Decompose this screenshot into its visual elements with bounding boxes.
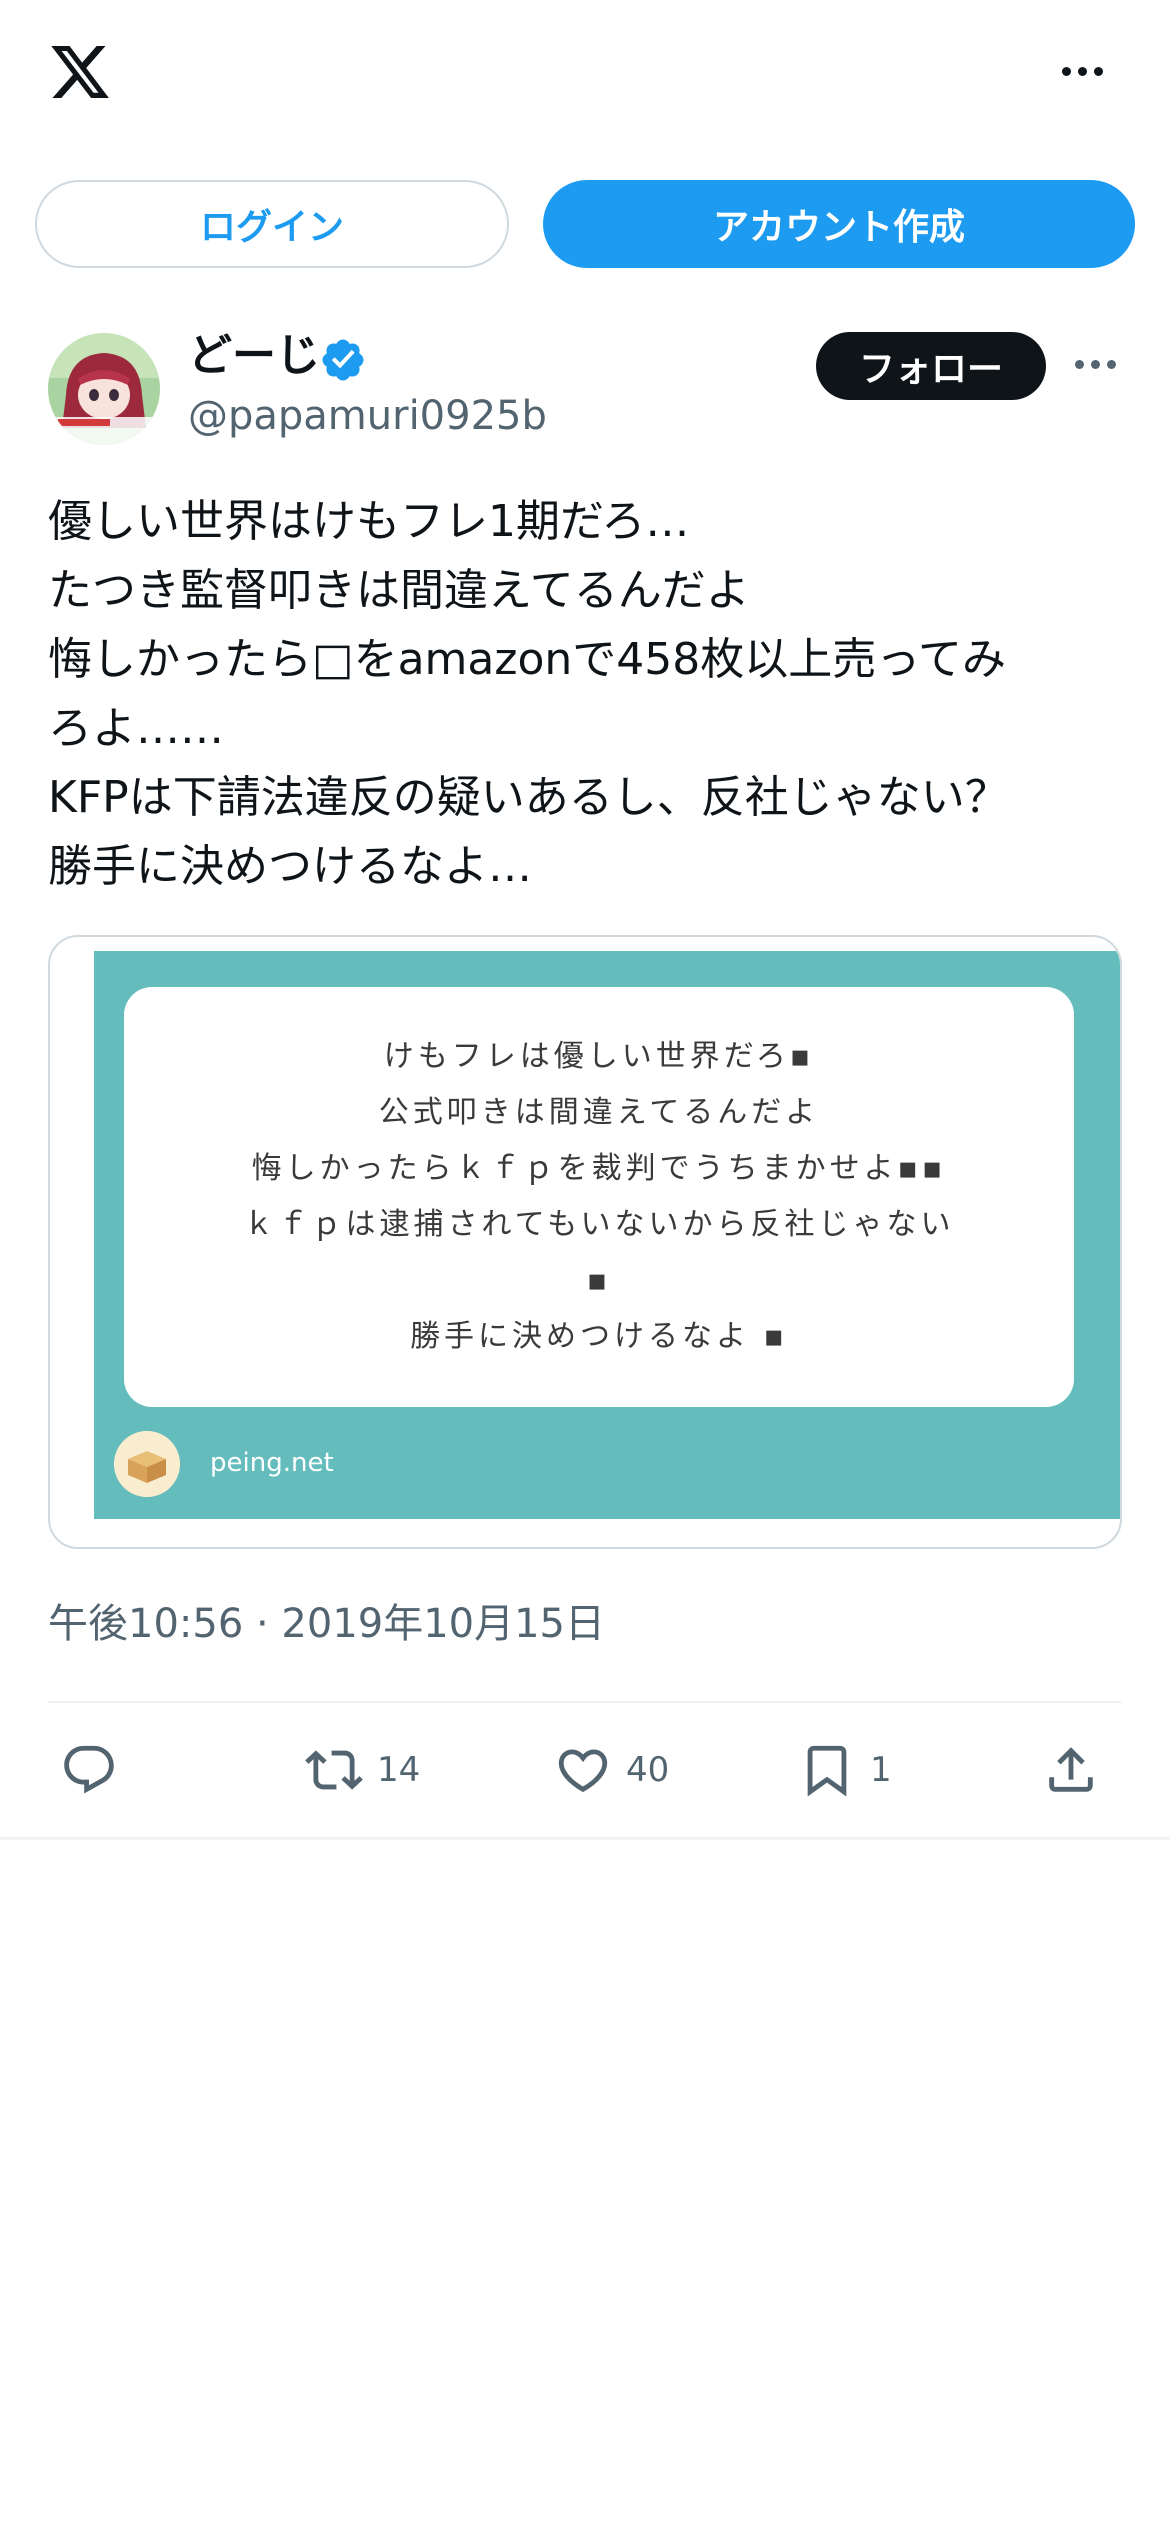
like-count: 40 (626, 1750, 670, 1790)
peing-site-label: peing.net (210, 1448, 334, 1478)
more-horizontal-icon[interactable] (1075, 356, 1125, 376)
divider (48, 1701, 1122, 1703)
divider (0, 1837, 1170, 1840)
like-button[interactable]: 40 (554, 1740, 669, 1800)
share-icon (1049, 1747, 1093, 1792)
tweet-text: 優しい世界はけもフレ1期だろ… たつき監督叩きは間違えてるんだよ 悔しかったら□… (48, 487, 1128, 901)
tweet-text-line: たつき監督叩きは間違えてるんだよ (48, 565, 750, 616)
bookmark-button[interactable]: 1 (798, 1740, 892, 1800)
question-line: ｋｆｐは逮捕されてもいないから反社じゃない (243, 1207, 955, 1242)
retweet-button[interactable]: 14 (305, 1740, 420, 1800)
peing-box-icon (114, 1431, 180, 1497)
tweet-text-line: 優しい世界はけもフレ1期だろ… (48, 496, 690, 547)
tweet-media[interactable]: けもフレは優しい世界だろ▪ 公式叩きは間違えてるんだよ 悔しかったらｋｆｐを裁判… (48, 935, 1122, 1549)
login-button[interactable]: ログイン (35, 180, 509, 268)
question-line: 悔しかったらｋｆｐを裁判でうちまかせよ▪▪ (251, 1151, 947, 1186)
tweet-text-line: ろよ…… (48, 703, 224, 754)
question-line: 公式叩きは間違えてるんだよ (378, 1095, 820, 1130)
follow-button[interactable]: フォロー (816, 332, 1046, 400)
retweet-icon (305, 1750, 363, 1790)
share-button[interactable] (1042, 1740, 1100, 1800)
question-line: 勝手に決めつけるなよ ▪ (410, 1319, 788, 1354)
heart-icon (558, 1749, 608, 1793)
retweet-count: 14 (377, 1750, 421, 1790)
question-card: けもフレは優しい世界だろ▪ 公式叩きは間違えてるんだよ 悔しかったらｋｆｐを裁判… (124, 987, 1074, 1407)
more-horizontal-icon[interactable] (1060, 50, 1112, 94)
bookmark-icon (807, 1745, 847, 1797)
top-bar (0, 0, 1170, 150)
question-line: けもフレは優しい世界だろ▪ (383, 1039, 815, 1074)
x-logo-icon[interactable] (46, 40, 114, 104)
author-handle[interactable]: @papamuri0925b (188, 390, 547, 442)
reply-button[interactable] (60, 1740, 118, 1800)
tweet-timestamp[interactable]: 午後10:56 · 2019年10月15日 (48, 1596, 605, 1652)
tweet-text-line: 悔しかったら□をamazonで458枚以上売ってみ (48, 634, 1007, 685)
author-display-name[interactable]: どーじ (188, 328, 320, 384)
reply-icon (64, 1745, 114, 1794)
tweet-text-line: 勝手に決めつけるなよ… (48, 841, 532, 892)
question-line: ▪ (586, 1263, 612, 1298)
verified-badge-icon (319, 336, 367, 384)
create-account-button[interactable]: アカウント作成 (543, 180, 1135, 268)
bookmark-count: 1 (870, 1750, 892, 1790)
avatar[interactable] (48, 333, 160, 445)
peing-question-image: けもフレは優しい世界だろ▪ 公式叩きは間違えてるんだよ 悔しかったらｋｆｐを裁判… (94, 951, 1120, 1519)
tweet-text-line: KFPは下請法違反の疑いあるし、反社じゃない？ (48, 772, 1009, 823)
